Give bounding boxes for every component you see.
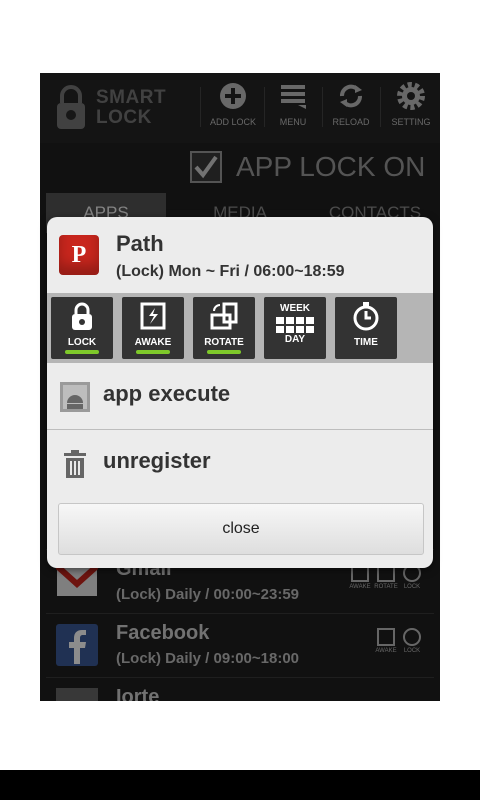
week-label: WEEK [280,303,310,314]
lock-options-strip: LOCK AWAKE ROTATE WEEK DAY TIME [47,293,433,363]
android-app-icon [60,382,90,412]
active-indicator [136,350,170,354]
unregister-item[interactable]: unregister [47,430,433,496]
system-nav-bar [0,770,480,800]
dialog-header: P Path (Lock) Mon ~ Fri / 06:00~18:59 [47,217,433,293]
rotate-option-button[interactable]: ROTATE [193,297,255,359]
dialog-schedule: (Lock) Mon ~ Fri / 06:00~18:59 [116,263,345,280]
awake-option-button[interactable]: AWAKE [122,297,184,359]
day-label: DAY [284,334,306,345]
app-options-dialog: P Path (Lock) Mon ~ Fri / 06:00~18:59 LO… [47,217,433,568]
time-option-label: TIME [354,337,378,348]
path-icon-letter: P [71,242,87,268]
stopwatch-icon [353,302,379,331]
path-app-icon: P [59,235,99,275]
unregister-label: unregister [103,448,211,473]
weekday-option-button[interactable]: WEEK DAY [264,297,326,359]
lock-option-button[interactable]: LOCK [51,297,113,359]
app-execute-item[interactable]: app execute [47,363,433,430]
dialog-app-name: Path [116,231,164,256]
awake-option-label: AWAKE [134,337,172,348]
rotate-option-label: ROTATE [204,337,244,348]
close-button[interactable]: close [58,503,424,555]
active-indicator [65,350,99,354]
awake-icon [140,302,166,330]
rotate-icon [210,302,238,330]
calendar-grid-icon [276,317,314,333]
lock-option-label: LOCK [67,337,97,348]
lock-icon [72,302,92,330]
active-indicator [207,350,241,354]
time-option-button[interactable]: TIME [335,297,397,359]
trash-icon [64,450,86,478]
app-execute-label: app execute [103,381,231,406]
